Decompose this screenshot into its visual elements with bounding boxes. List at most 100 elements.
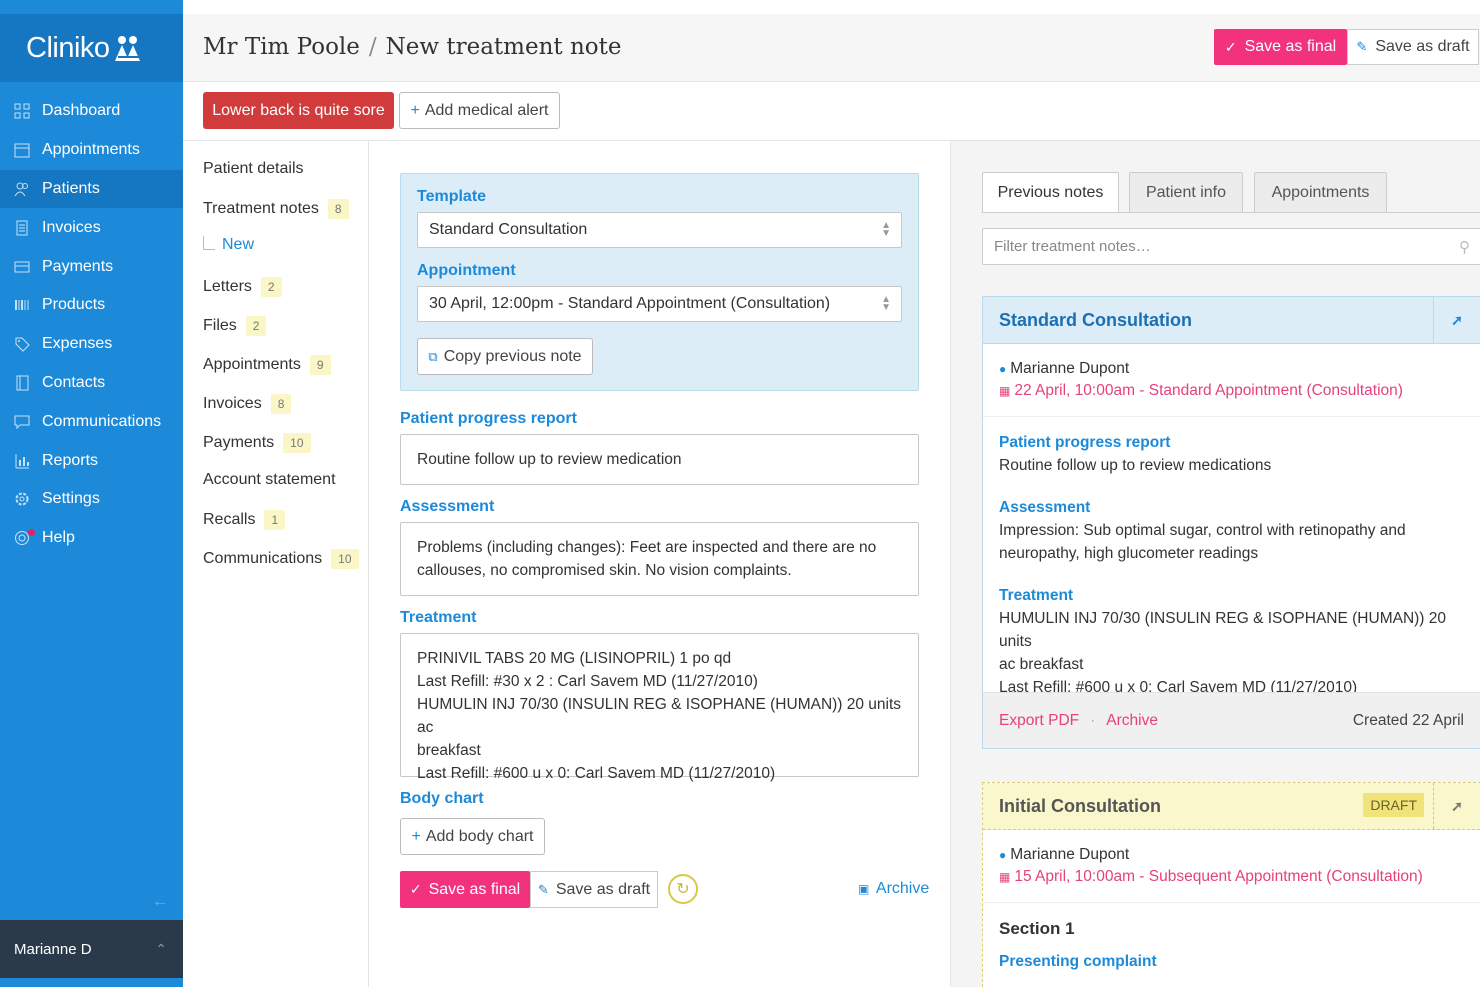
progress-field[interactable]: Routine follow up to review medication [400,434,919,485]
archive-link[interactable]: Archive [1106,712,1158,730]
filter-placeholder: Filter treatment notes… [994,238,1151,255]
copy-previous-label: Copy previous note [443,347,582,365]
sidebar-item-label: Payments [42,257,114,275]
appointment-select[interactable]: 30 April, 12:00pm - Standard Appointment… [417,286,902,322]
sidebar-item-contacts[interactable]: Contacts [0,364,183,403]
subnav-label: Recalls [203,511,256,528]
person-icon: ● [999,848,1007,862]
sidebar-item-reports[interactable]: Reports [0,441,183,480]
sidebar-item-communications[interactable]: Communications [0,402,183,441]
appointment-row[interactable]: ▦ 15 April, 10:00am - Subsequent Appointm… [999,866,1464,888]
note-title: Standard Consultation [999,309,1192,330]
sidebar-item-invoices[interactable]: Invoices [0,208,183,247]
created-date: Created 22 April [1352,711,1464,729]
note-card-standard: Standard Consultation ➚ ● Marianne Dupont… [982,296,1480,749]
treatment-line: PRINIVIL TABS 20 MG (LISINOPRIL) 1 po qd [417,650,732,667]
appointment-link: 15 April, 10:00am - Subsequent Appointme… [1014,868,1423,885]
sidebar-item-products[interactable]: Products [0,286,183,325]
appointment-row[interactable]: ▦ 22 April, 10:00am - Standard Appointmen… [999,380,1464,402]
subnav-label: Invoices [203,395,262,412]
save-final-label: Save as final [1244,38,1337,55]
pin-icon[interactable]: ➚ [1433,783,1480,829]
treatment-label: Treatment [400,609,477,626]
save-final-button[interactable]: ✓ Save as final [1214,29,1347,65]
subnav-communications[interactable]: Communications 10 [203,549,359,569]
footer-dot: · [1090,711,1096,729]
payment-icon [12,258,32,276]
patient-subnav: Patient details Treatment notes 8 New Let… [183,141,369,987]
sidebar-item-patients[interactable]: Patients [0,169,183,209]
section-title: Treatment [999,587,1074,604]
tab-previous-notes[interactable]: Previous notes [982,172,1119,213]
tab-appointments[interactable]: Appointments [1254,172,1387,212]
chart-icon [12,452,32,470]
assessment-field[interactable]: Problems (including changes): Feet are i… [400,522,919,596]
medical-alert[interactable]: Lower back is quite sore [203,92,394,129]
sidebar-item-payments[interactable]: Payments [0,247,183,286]
dashboard-icon [12,102,32,120]
save-final-bottom-button[interactable]: ✓ Save as final [400,871,530,908]
page-header: Mr Tim Poole / New treatment note ✓ Save a… [183,14,1480,82]
note-card-header[interactable]: Initial Consultation DRAFT ➚ [983,783,1480,830]
save-draft-button[interactable]: ✎ Save as draft [1347,29,1479,65]
tag-icon [12,335,32,353]
patients-icon [12,180,32,198]
section-text: HUMULIN INJ 70/30 (INSULIN REG & ISOPHAN… [999,610,1447,650]
user-menu[interactable]: Marianne D ⌃ [0,920,183,978]
logo[interactable]: Cliniko [0,14,183,82]
note-section-treatment: Treatment HUMULIN INJ 70/30 (INSULIN REG… [983,565,1480,699]
sidebar-item-dashboard[interactable]: Dashboard [0,92,183,131]
select-arrows-icon: ▲ ▼ [881,220,891,239]
treatment-field[interactable]: PRINIVIL TABS 20 MG (LISINOPRIL) 1 po qd… [400,633,919,782]
note-section-complaint: Presenting complaint [983,940,1480,973]
export-pdf-link[interactable]: Export PDF [999,712,1079,730]
sidebar-item-label: Appointments [42,141,140,159]
section-text: ac breakfast [999,656,1084,673]
subnav-account-statement[interactable]: Account statement [203,471,336,489]
sidebar-item-help[interactable]: Help [0,519,183,558]
collapse-sidebar-icon[interactable]: ← [152,893,168,911]
note-meta: ● Marianne Dupont ▦ 22 April, 10:00am - St… [983,344,1480,417]
note-card-header[interactable]: Standard Consultation ➚ [983,297,1480,344]
filter-notes-input[interactable]: Filter treatment notes… ⚲ [982,228,1480,265]
sidebar-item-settings[interactable]: Settings [0,480,183,519]
note-section-assessment: Assessment Impression: Sub optimal sugar… [983,477,1480,565]
sidebar-item-label: Help [42,529,75,547]
archive-note-link[interactable]: ▣ Archive [858,880,929,898]
select-arrows-icon: ▲ ▼ [881,294,891,313]
pin-icon[interactable]: ➚ [1433,297,1480,343]
count-badge: 8 [270,394,292,414]
add-medical-alert-button[interactable]: + Add medical alert [399,92,560,129]
subnav-files[interactable]: Files 2 [203,316,267,336]
count-badge: 2 [260,277,282,297]
subnav-letters[interactable]: Letters 2 [203,277,282,297]
section-title: Assessment [999,499,1091,516]
subnav-new-note[interactable]: New [203,236,254,254]
treatment-line: breakfast [417,742,481,759]
progress-value: Routine follow up to review medication [417,451,682,468]
sidebar-item-appointments[interactable]: Appointments [0,131,183,170]
breadcrumb-patient[interactable]: Mr Tim Poole [203,34,360,60]
count-badge: 9 [309,355,331,375]
subnav-recalls[interactable]: Recalls 1 [203,510,286,530]
save-draft-bottom-button[interactable]: ✎ Save as draft [530,871,658,908]
plus-icon: + [410,101,420,119]
subnav-payments[interactable]: Payments 10 [203,433,311,453]
note-title: Initial Consultation [999,795,1161,816]
template-select[interactable]: Standard Consultation ▲ ▼ [417,212,902,248]
draft-icon: ✎ [1356,39,1368,54]
subnav-treatment-notes[interactable]: Treatment notes 8 [203,199,349,219]
sidebar-item-expenses[interactable]: Expenses [0,325,183,364]
save-draft-label: Save as draft [1375,38,1470,55]
subnav-patient-details[interactable]: Patient details [203,160,304,178]
subnav-invoices[interactable]: Invoices 8 [203,394,292,414]
copy-icon: ⧉ [428,348,438,364]
subnav-label: Patient details [203,160,304,177]
add-body-chart-button[interactable]: + Add body chart [400,818,545,855]
logo-people-icon [114,36,140,61]
tab-patient-info[interactable]: Patient info [1129,172,1243,212]
copy-previous-note-button[interactable]: ⧉ Copy previous note [417,338,593,375]
draft-icon: ✎ [537,881,549,897]
logo-text: Cliniko [26,31,110,64]
subnav-appointments[interactable]: Appointments 9 [203,355,331,375]
